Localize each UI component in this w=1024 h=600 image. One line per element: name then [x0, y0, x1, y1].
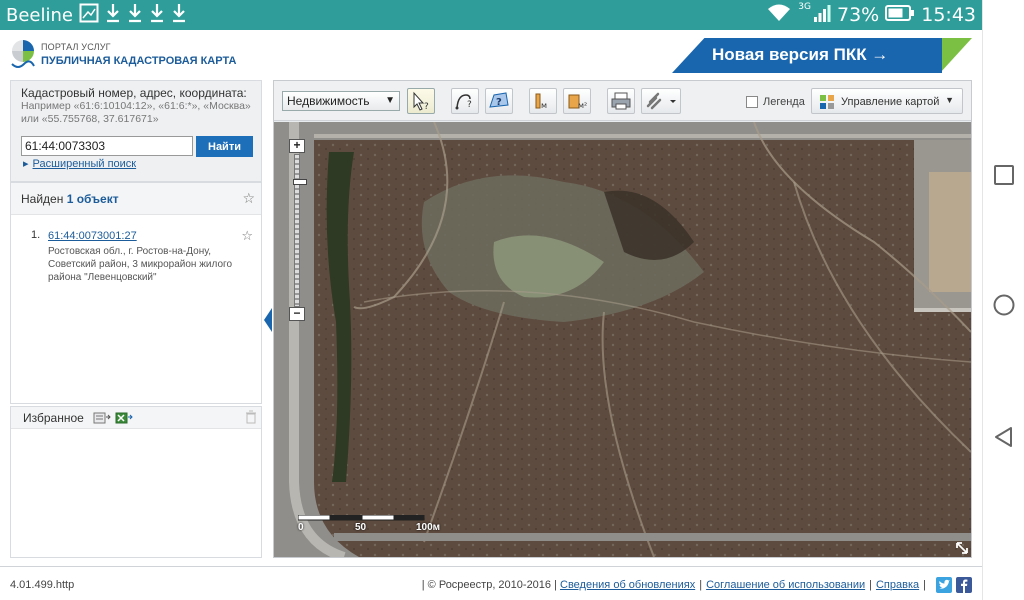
svg-text:?: ?	[467, 100, 472, 110]
legend-label[interactable]: Легенда	[763, 96, 805, 108]
layer-select-value: Недвижимость	[287, 94, 370, 108]
link-icon	[646, 92, 676, 110]
zoom-control: + −	[289, 139, 307, 321]
results-prefix: Найден	[21, 192, 64, 206]
clock: 15:43	[921, 4, 976, 26]
grid-icon	[820, 95, 834, 109]
download-icon	[171, 3, 187, 27]
excel-export-icon[interactable]	[115, 411, 133, 425]
search-input[interactable]	[21, 136, 193, 156]
carrier-name: Beeline	[6, 4, 73, 26]
star-icon[interactable]: ☆	[241, 228, 253, 244]
battery-icon	[885, 4, 915, 27]
new-version-banner[interactable]: Новая версия ПКК →	[672, 38, 972, 73]
area-question-icon: ?	[489, 92, 509, 108]
print-button[interactable]	[607, 88, 635, 114]
portal-label: ПОРТАЛ УСЛУГ	[41, 42, 111, 52]
footer-links: | © Росреестр, 2010-2016 | Сведения об о…	[421, 579, 926, 591]
search-label: Кадастровый номер, адрес, координата:	[21, 86, 247, 100]
network-type: 3G	[798, 2, 811, 12]
scale-label: 100м	[416, 522, 441, 533]
wifi-icon	[766, 3, 792, 28]
updates-link[interactable]: Сведения об обновлениях	[560, 579, 695, 591]
result-cadastral-link[interactable]: 61:44:0073001:27	[48, 230, 137, 242]
results-title: Найден 1 объект	[21, 192, 119, 206]
help-link[interactable]: Справка	[876, 579, 919, 591]
map-control-label: Управление картой	[841, 96, 940, 108]
favorites-header: Избранное	[11, 407, 261, 429]
scale-label: 50	[355, 522, 367, 533]
collapse-panel-handle[interactable]	[264, 308, 272, 332]
link-button[interactable]	[641, 88, 681, 114]
banner-text[interactable]: Новая версия ПКК →	[712, 45, 888, 65]
download-icon	[105, 3, 121, 27]
svg-text:?: ?	[496, 97, 502, 108]
back-icon[interactable]	[993, 426, 1015, 448]
map-toolbar: Недвижимость ▼ ? ? ? м м² Легенда Управл…	[274, 81, 971, 121]
measure-path-button[interactable]: ?	[451, 88, 479, 114]
android-nav-bar	[982, 0, 1024, 600]
ruler-icon: м	[535, 93, 547, 110]
satellite-imagery	[274, 122, 971, 557]
results-count: 1 объект	[66, 192, 119, 206]
download-icon	[127, 3, 143, 27]
zoom-slider[interactable]	[293, 154, 307, 307]
results-panel: Найден 1 объект ☆ 1. 61:44:0073001:27 ☆ …	[10, 182, 262, 404]
print-icon	[611, 92, 631, 110]
star-icon[interactable]: ☆	[242, 190, 255, 207]
terms-link[interactable]: Соглашение об использовании	[706, 579, 865, 591]
layer-select[interactable]: Недвижимость ▼	[282, 91, 400, 111]
home-icon[interactable]	[993, 294, 1015, 316]
result-number: 1.	[31, 229, 41, 241]
signal-icon	[813, 3, 831, 28]
caret-down-icon: ▼	[385, 95, 395, 106]
search-hint: Например «61:6:10104:12», «61:6:*», «Мос…	[21, 100, 251, 125]
footer: 4.01.499.http | © Росреестр, 2010-2016 |…	[0, 566, 982, 600]
import-icon[interactable]	[93, 411, 111, 425]
zoom-slider-thumb[interactable]	[293, 179, 307, 185]
help-area-button[interactable]: ?	[485, 88, 513, 114]
facebook-icon[interactable]	[956, 577, 972, 593]
identify-tool-button[interactable]: ?	[407, 88, 435, 114]
site-header: ПОРТАЛ УСЛУГ ПУБЛИЧНАЯ КАДАСТРОВАЯ КАРТА…	[0, 30, 982, 80]
svg-text:м: м	[541, 101, 547, 110]
results-header: Найден 1 объект ☆	[11, 183, 261, 215]
trash-icon[interactable]	[245, 410, 257, 424]
scale-bar: 0 50 100м	[298, 515, 440, 535]
expand-icon[interactable]	[955, 541, 969, 555]
search-panel: Кадастровый номер, адрес, координата: На…	[10, 80, 262, 182]
advanced-search-link[interactable]: Расширенный поиск	[23, 157, 137, 170]
path-question-icon: ?	[455, 94, 472, 110]
measure-area-button[interactable]: м²	[563, 88, 591, 114]
favorites-panel: Избранное	[10, 406, 262, 558]
status-bar: Beeline 3G 73% 15:43	[0, 0, 982, 30]
copyright: | © Росреестр, 2010-2016 |	[421, 579, 557, 591]
version-label: 4.01.499.http	[10, 579, 75, 591]
result-address: Ростовская обл., г. Ростов-на-Дону, Сове…	[48, 246, 232, 283]
twitter-icon[interactable]	[936, 577, 952, 593]
area-ruler-icon: м²	[568, 94, 587, 110]
recent-apps-icon[interactable]	[993, 164, 1015, 186]
cursor-question-icon: ?	[413, 91, 429, 112]
favorites-title: Избранное	[23, 411, 84, 425]
svg-text:?: ?	[424, 102, 429, 112]
caret-down-icon: ▼	[945, 95, 954, 105]
measure-distance-button[interactable]: м	[529, 88, 557, 114]
map-control-dropdown[interactable]: Управление картой ▼	[811, 88, 963, 114]
satellite-map[interactable]: + − 0 50 100м	[274, 122, 971, 557]
gosuslugi-logo-icon[interactable]	[10, 38, 36, 72]
svg-text:м²: м²	[578, 101, 587, 110]
page-title[interactable]: ПУБЛИЧНАЯ КАДАСТРОВАЯ КАРТА	[41, 55, 236, 67]
left-panel: Кадастровый номер, адрес, координата: На…	[10, 80, 262, 558]
zoom-out-button[interactable]: −	[289, 307, 305, 321]
legend-checkbox[interactable]	[746, 96, 758, 108]
map-container: Недвижимость ▼ ? ? ? м м² Легенда Управл…	[273, 80, 972, 558]
battery-percent: 73%	[837, 4, 880, 26]
zoom-in-button[interactable]: +	[289, 139, 305, 153]
scale-label: 0	[298, 522, 304, 533]
search-button[interactable]: Найти	[196, 136, 253, 157]
gallery-icon	[79, 3, 99, 27]
download-icon	[149, 3, 165, 27]
